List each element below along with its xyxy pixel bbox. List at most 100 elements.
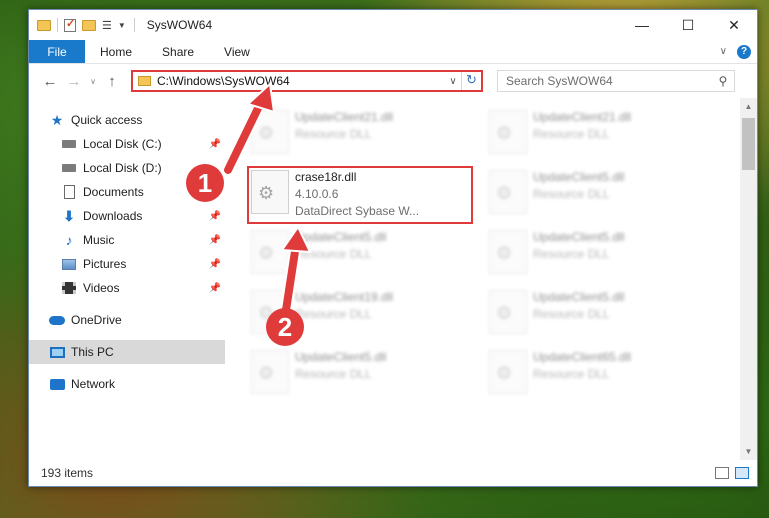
dll-file-icon: ⚙ [489, 110, 527, 154]
sidebar-item-quick-access[interactable]: ★ Quick access [29, 108, 225, 132]
up-button[interactable]: ↑ [101, 73, 123, 90]
file-tile[interactable]: ⚙ UpdateClient5.dll Resource DLL [485, 286, 711, 344]
star-icon: ★ [50, 111, 64, 128]
file-name: UpdateClient19.dll [295, 290, 394, 304]
sidebar-item-onedrive[interactable]: OneDrive [29, 308, 225, 332]
item-count: 193 items [41, 466, 94, 480]
pin-icon: 📌 [208, 210, 221, 222]
status-bar: 193 items [29, 460, 757, 486]
pin-icon: 📌 [208, 234, 221, 246]
title-bar: ☰ ▼ SysWOW64 — ☐ ✕ [29, 10, 757, 40]
file-name: UpdateClient21.dll [533, 110, 632, 124]
tab-view[interactable]: View [209, 40, 265, 63]
tab-share[interactable]: Share [147, 40, 209, 63]
step-badge-2: 2 [266, 308, 304, 346]
file-name: UpdateClient5.dll [533, 230, 625, 244]
back-button[interactable]: ← [39, 73, 61, 90]
help-icon[interactable]: ? [737, 44, 751, 59]
scroll-thumb[interactable] [742, 118, 755, 170]
sidebar-item-label: Pictures [83, 257, 127, 271]
sidebar-item-label: Quick access [71, 113, 143, 127]
vertical-scrollbar[interactable]: ▲ ▼ [740, 98, 757, 460]
network-icon [49, 377, 65, 391]
file-type: Resource DLL [533, 187, 610, 201]
scroll-down-icon[interactable]: ▼ [740, 443, 757, 460]
file-list: ⚙ UpdateClient21.dll Resource DLL ⚙ crase… [225, 98, 757, 460]
file-name: UpdateClient5.dll [533, 290, 625, 304]
toolbar-divider [57, 18, 58, 32]
file-tile[interactable]: ⚙ UpdateClient65.dll Resource DLL [485, 346, 711, 404]
main-body: ★ Quick access Local Disk (C:) 📌 Local D… [29, 98, 757, 460]
pin-icon: 📌 [208, 138, 221, 150]
title-divider [133, 18, 135, 32]
sidebar-item-this-pc[interactable]: This PC [29, 340, 225, 364]
ribbon-right: ∨ ? [720, 40, 757, 63]
sidebar-item-pictures[interactable]: Pictures 📌 [29, 252, 225, 276]
address-dropdown-icon[interactable]: ∨ [445, 76, 461, 87]
file-type: Resource DLL [533, 127, 610, 141]
file-tile[interactable]: ⚙ UpdateClient5.dll Resource DLL [247, 226, 473, 284]
properties-check-icon[interactable] [64, 17, 76, 32]
view-toggle [715, 467, 757, 479]
close-button[interactable]: ✕ [711, 10, 757, 40]
file-tile[interactable]: ⚙ UpdateClient5.dll Resource DLL [485, 166, 711, 224]
search-icon[interactable]: ⚲ [712, 74, 734, 88]
address-bar[interactable]: C:\Windows\SysWOW64 ∨ ↻ [131, 70, 483, 92]
scroll-up-icon[interactable]: ▲ [740, 98, 757, 115]
sidebar-item-music[interactable]: ♪ Music 📌 [29, 228, 225, 252]
file-name: UpdateClient5.dll [533, 170, 625, 184]
file-type: Resource DLL [295, 367, 372, 381]
details-view-icon[interactable] [715, 467, 729, 479]
file-tile[interactable]: ⚙ UpdateClient21.dll Resource DLL [247, 106, 473, 164]
step-badge-1: 1 [186, 164, 224, 202]
explorer-window: ☰ ▼ SysWOW64 — ☐ ✕ File Home Share View … [28, 9, 758, 487]
drive-icon [61, 137, 77, 151]
refresh-icon[interactable]: ↻ [461, 72, 481, 90]
highlight-box [247, 166, 473, 224]
sidebar-item-local-disk-c[interactable]: Local Disk (C:) 📌 [29, 132, 225, 156]
window-title: SysWOW64 [146, 18, 213, 32]
file-type: Resource DLL [533, 367, 610, 381]
tiles-view-icon[interactable] [735, 467, 749, 479]
file-tile[interactable]: ⚙ UpdateClient5.dll Resource DLL [247, 346, 473, 404]
dll-file-icon: ⚙ [489, 350, 527, 394]
new-folder-icon[interactable] [82, 19, 96, 31]
computer-icon [49, 345, 65, 359]
sidebar-item-label: Local Disk (D:) [83, 161, 162, 175]
dll-file-icon: ⚙ [489, 290, 527, 334]
search-input[interactable]: Search SysWOW64 ⚲ [497, 70, 735, 92]
dll-file-icon: ⚙ [251, 230, 289, 274]
minimize-button[interactable]: — [619, 10, 665, 40]
music-icon: ♪ [65, 232, 73, 248]
file-tile[interactable]: ⚙ UpdateClient21.dll Resource DLL [485, 106, 711, 164]
file-tile[interactable]: ⚙ UpdateClient5.dll Resource DLL [485, 226, 711, 284]
downloads-icon: ⬇ [63, 207, 75, 224]
onedrive-cloud-icon [49, 313, 65, 327]
recent-locations-icon[interactable]: ∨ [87, 77, 99, 86]
file-name: UpdateClient5.dll [295, 230, 387, 244]
expand-ribbon-icon[interactable]: ∨ [720, 46, 727, 57]
file-type: Resource DLL [533, 307, 610, 321]
documents-icon [61, 185, 77, 199]
file-type: Resource DLL [533, 247, 610, 261]
sidebar-item-label: Music [83, 233, 115, 247]
sidebar-item-videos[interactable]: Videos 📌 [29, 276, 225, 300]
pin-icon: 📌 [208, 258, 221, 270]
forward-button[interactable]: → [63, 73, 85, 90]
customize-icon[interactable]: ☰ [102, 19, 112, 32]
chevron-down-icon[interactable]: ▼ [118, 21, 126, 30]
tab-home[interactable]: Home [85, 40, 147, 63]
pictures-icon [61, 257, 77, 271]
navigation-bar: ← → ∨ ↑ C:\Windows\SysWOW64 ∨ ↻ Search S… [29, 64, 757, 98]
folder-icon [37, 19, 51, 31]
tab-file[interactable]: File [29, 40, 85, 63]
quick-access-toolbar: ☰ ▼ [37, 17, 126, 32]
dll-file-icon: ⚙ [251, 350, 289, 394]
sidebar-item-network[interactable]: Network [29, 372, 225, 396]
dll-file-icon: ⚙ [489, 170, 527, 214]
search-placeholder: Search SysWOW64 [506, 74, 613, 88]
address-path[interactable]: C:\Windows\SysWOW64 [157, 74, 445, 88]
sidebar-item-downloads[interactable]: ⬇ Downloads 📌 [29, 204, 225, 228]
maximize-button[interactable]: ☐ [665, 10, 711, 40]
sidebar-item-label: Downloads [83, 209, 143, 223]
